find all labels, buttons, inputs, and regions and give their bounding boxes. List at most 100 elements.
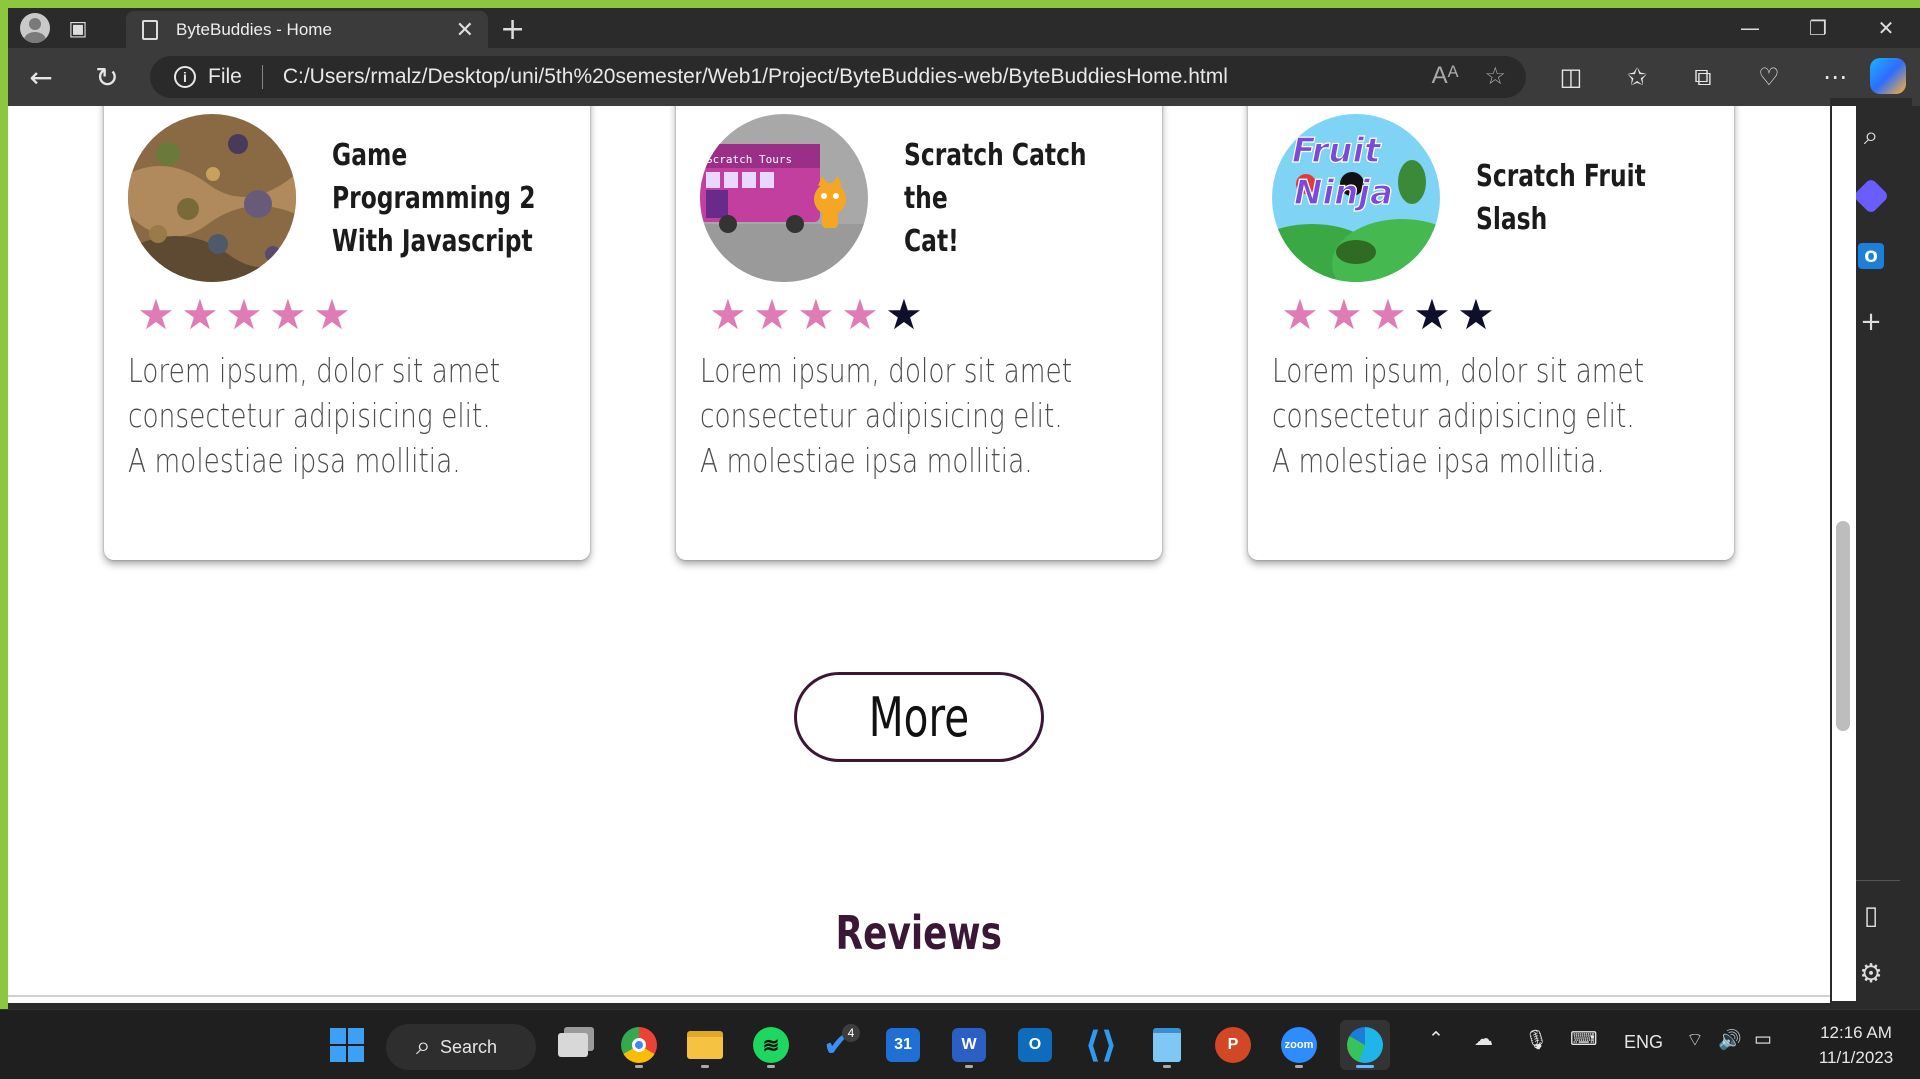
star-filled-icon: ★ [137, 290, 175, 339]
star-filled-icon: ★ [269, 290, 307, 339]
vscode-icon[interactable]: ⟨⟩ [1076, 1020, 1126, 1070]
clock-date: 11/1/2023 [1818, 1048, 1894, 1067]
word-label: W [952, 1028, 986, 1062]
address-bar[interactable]: i File C:/Users/rmalz/Desktop/uni/5th%20… [150, 56, 1526, 98]
page-scrollbar[interactable] [1832, 106, 1856, 1001]
tab-actions-icon[interactable]: ▣ [58, 8, 98, 48]
address-actions: Aᴬ ☆ [1432, 62, 1506, 91]
course-card-2[interactable]: Scratch Tours Scratch Catch the Cat! ★ ★ ★… [676, 106, 1162, 560]
keyboard-icon[interactable]: ⌨ [1570, 1028, 1597, 1051]
reviews-heading: Reviews [8, 906, 1830, 960]
bus-sign-text: Scratch Tours [706, 153, 792, 166]
course-title-line: Cat! [904, 223, 959, 259]
window-controls: — ❐ ✕ [1716, 8, 1920, 48]
start-button[interactable] [322, 1020, 372, 1070]
back-icon[interactable]: ← [8, 48, 74, 106]
star-filled-icon: ★ [841, 290, 879, 339]
word-icon[interactable]: W [944, 1020, 994, 1070]
minimize-icon[interactable]: — [1716, 8, 1784, 48]
course-title-line: Scratch Catch the [904, 137, 1087, 216]
description-line: Lorem ipsum, dolor sit amet [700, 351, 1073, 390]
fruit-ninja-logo-line: Ninja [1294, 173, 1393, 213]
system-clock[interactable]: 12:16 AM 11/1/2023 [1806, 1020, 1906, 1070]
description-line: consectetur adipisicing elit. [1272, 396, 1635, 435]
wifi-icon[interactable]: ⌔ [1686, 1028, 1704, 1052]
star-empty-icon: ★ [1413, 290, 1451, 339]
language-indicator[interactable]: ENG [1624, 1032, 1663, 1053]
course-title-line: Game [332, 137, 408, 173]
course-description: Lorem ipsum, dolor sit amet consectetur … [700, 348, 1148, 483]
tray-overflow-icon[interactable]: ⌃ [1428, 1028, 1444, 1051]
star-filled-icon: ★ [1325, 290, 1363, 339]
document-icon [142, 19, 158, 40]
copilot-icon[interactable] [1870, 58, 1906, 94]
close-tab-icon[interactable]: ✕ [456, 17, 474, 43]
file-explorer-icon[interactable] [680, 1020, 730, 1070]
collections-icon[interactable]: ⧉ [1670, 63, 1736, 91]
fruit-ninja-logo-line: Fruit [1292, 131, 1382, 171]
edge-icon[interactable] [1340, 1020, 1390, 1070]
windows-logo-icon [330, 1028, 364, 1062]
zoom-icon[interactable]: zoom [1274, 1020, 1324, 1070]
browser-essentials-icon[interactable]: ♡ [1736, 63, 1802, 91]
microphone-icon[interactable]: 🎙 [1524, 1028, 1548, 1052]
split-screen-icon[interactable]: ◫ [1538, 63, 1604, 91]
onedrive-icon[interactable]: ☁ [1474, 1028, 1493, 1051]
address-url[interactable]: C:/Users/rmalz/Desktop/uni/5th%20semeste… [283, 65, 1228, 89]
scratch-bus-thumbnail-icon: Scratch Tours [700, 114, 868, 282]
page-viewport: Game Programming 2 With Javascript ★ ★ ★ ★ ★… [8, 106, 1830, 1003]
info-icon[interactable]: i [174, 66, 196, 88]
battery-icon[interactable]: ▭ [1754, 1028, 1772, 1051]
course-thumbnail: Fruit Ninja [1272, 114, 1440, 282]
clock-time: 12:16 AM [1820, 1023, 1892, 1042]
notepad-icon[interactable] [1142, 1020, 1192, 1070]
course-card-1[interactable]: Game Programming 2 With Javascript ★ ★ ★ ★ ★… [104, 106, 590, 560]
course-title[interactable]: Scratch Catch the Cat! [904, 128, 1091, 268]
more-options-icon[interactable]: ⋯ [1802, 63, 1868, 91]
course-description: Lorem ipsum, dolor sit amet consectetur … [128, 348, 576, 483]
restore-icon[interactable]: ❐ [1784, 8, 1852, 48]
star-filled-icon: ★ [753, 290, 791, 339]
profile-avatar-icon[interactable] [20, 13, 50, 43]
course-title[interactable]: Scratch Fruit Slash [1476, 128, 1663, 268]
course-title[interactable]: Game Programming 2 With Javascript [332, 128, 535, 268]
read-aloud-icon[interactable]: Aᴬ [1432, 62, 1459, 91]
calendar-icon[interactable]: 31 [878, 1020, 928, 1070]
todo-icon[interactable]: ✔ 4 [812, 1020, 862, 1070]
volume-icon[interactable]: 🔊 [1718, 1028, 1742, 1052]
browser-toolbar: ← ↻ i File C:/Users/rmalz/Desktop/uni/5t… [8, 48, 1920, 106]
chrome-icon[interactable] [614, 1020, 664, 1070]
star-filled-icon: ★ [709, 290, 747, 339]
refresh-icon[interactable]: ↻ [74, 48, 140, 106]
description-line: A molestiae ipsa mollitia. [1272, 441, 1605, 480]
star-rating: ★ ★ ★ ★ ★ [1278, 292, 1498, 338]
powerpoint-icon[interactable]: P [1208, 1020, 1258, 1070]
course-card-3[interactable]: Fruit Ninja Scratch Fruit Slash ★ ★ ★ ★ ★ Lo… [1248, 106, 1734, 560]
address-separator [261, 65, 263, 89]
description-line: A molestiae ipsa mollitia. [700, 441, 1033, 480]
favorite-star-icon[interactable]: ☆ [1484, 62, 1506, 91]
course-description: Lorem ipsum, dolor sit amet consectetur … [1272, 348, 1720, 483]
toolbar-icons: ◫ ✩ ⧉ ♡ ⋯ [1538, 48, 1868, 106]
new-tab-icon[interactable]: + [500, 12, 525, 47]
tab-bytebuddies-home[interactable]: ByteBuddies - Home ✕ [126, 11, 488, 48]
scrollbar-thumb[interactable] [1836, 521, 1850, 731]
strategy-game-thumbnail-icon [128, 114, 296, 282]
star-empty-icon: ★ [1457, 290, 1495, 339]
more-button[interactable]: More [794, 672, 1044, 762]
fruit-ninja-thumbnail-icon: Fruit Ninja [1272, 114, 1440, 282]
outlook-label: O [1018, 1028, 1052, 1062]
description-line: Lorem ipsum, dolor sit amet [1272, 351, 1645, 390]
task-view-icon[interactable] [548, 1020, 598, 1070]
powerpoint-label: P [1215, 1027, 1251, 1063]
close-window-icon[interactable]: ✕ [1852, 8, 1920, 48]
spotify-icon[interactable]: ≋ [746, 1020, 796, 1070]
star-empty-icon: ★ [885, 290, 923, 339]
outlook-icon[interactable]: O [1010, 1020, 1060, 1070]
favorites-icon[interactable]: ✩ [1604, 63, 1670, 91]
taskbar-search[interactable]: Search [386, 1024, 536, 1070]
course-title-line: Programming 2 [332, 180, 536, 216]
windows-taskbar: Search ≋ ✔ 4 31 W O ⟨⟩ P zoom [0, 1009, 1920, 1079]
description-line: consectetur adipisicing elit. [128, 396, 491, 435]
star-filled-icon: ★ [181, 290, 219, 339]
